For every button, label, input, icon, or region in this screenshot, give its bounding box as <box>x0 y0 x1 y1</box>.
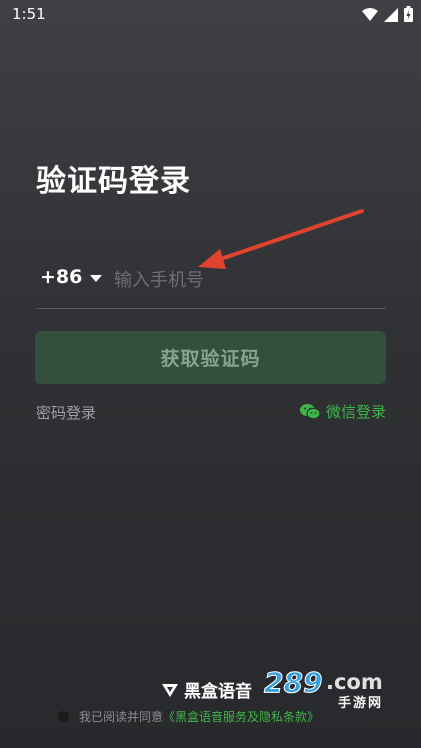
wechat-login-label: 微信登录 <box>325 403 386 421</box>
wifi-icon <box>362 7 378 26</box>
wechat-icon <box>299 404 320 420</box>
get-code-button[interactable]: 获取验证码 <box>35 331 386 384</box>
watermark-sub: 手游网 <box>338 696 384 711</box>
brand-logo-icon <box>162 683 178 697</box>
watermark-suffix: .com <box>326 670 383 694</box>
watermark-number: 289 <box>263 666 323 700</box>
status-icons <box>362 6 413 26</box>
country-code-label: +86 <box>40 266 83 288</box>
page-title: 验证码登录 <box>36 164 191 199</box>
caret-down-icon <box>90 274 103 282</box>
status-time: 1:51 <box>12 5 46 23</box>
site-watermark: 289 .com 手游网 <box>263 666 404 712</box>
phone-number-input[interactable] <box>112 264 376 296</box>
country-code-selector[interactable]: +86 <box>40 266 103 288</box>
agreement-link[interactable]: 《黑盒语音服务及隐私条款》 <box>163 708 319 725</box>
agreement-text: 我已阅读并同意 <box>79 710 164 724</box>
password-login-link[interactable]: 密码登录 <box>36 402 96 423</box>
brand-footer: 黑盒语音 <box>162 677 252 702</box>
battery-icon <box>404 6 413 26</box>
signal-icon <box>384 7 398 26</box>
agreement-radio[interactable] <box>58 711 69 722</box>
status-bar: 1:51 <box>0 0 421 30</box>
phone-input-row: +86 <box>36 258 386 309</box>
wechat-login-link[interactable]: 微信登录 <box>299 401 386 422</box>
brand-name: 黑盒语音 <box>184 682 252 702</box>
agreement-row: 我已阅读并同意 《黑盒语音服务及隐私条款》 <box>58 708 319 725</box>
